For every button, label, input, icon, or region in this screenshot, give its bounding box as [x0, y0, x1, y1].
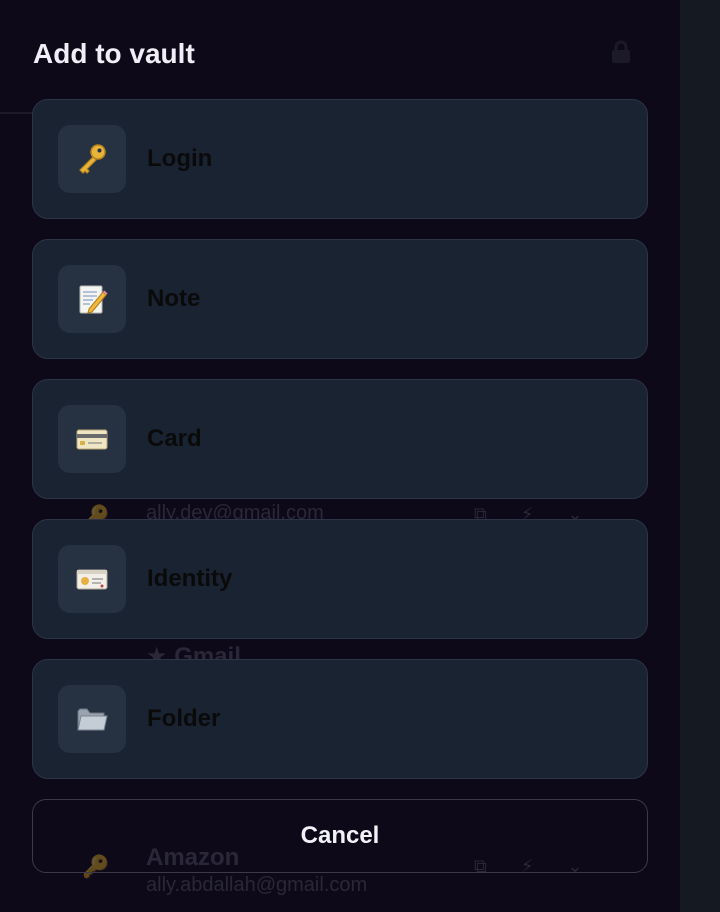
icon-tile — [58, 125, 126, 193]
list-item-subtitle: ally.abdallah@gmail.com — [146, 874, 368, 896]
option-label: Note — [147, 285, 201, 312]
option-note-button[interactable]: Note — [32, 239, 648, 359]
add-options-list: Login Note Card Identity Folder — [32, 99, 648, 799]
option-login-button[interactable]: Login — [32, 99, 648, 219]
option-folder-button[interactable]: Folder — [32, 659, 648, 779]
credit-card-icon — [76, 429, 108, 450]
folder-icon — [77, 708, 108, 731]
sheet-title: Add to vault — [33, 38, 195, 69]
memo-icon — [79, 285, 108, 314]
icon-tile — [58, 405, 126, 473]
key-icon — [79, 144, 106, 174]
icon-tile — [58, 265, 126, 333]
option-card-button[interactable]: Card — [32, 379, 648, 499]
option-identity-button[interactable]: Identity — [32, 519, 648, 639]
option-label: Login — [147, 145, 213, 172]
lock-icon — [610, 40, 632, 64]
icon-tile — [58, 545, 126, 613]
option-label: Folder — [147, 705, 221, 732]
icon-tile — [58, 685, 126, 753]
option-label: Card — [147, 425, 202, 452]
screen: 🔑 ally.dev@gmail.com ⧉⚡⌄ ★ Gmail 🔑 Amazo… — [0, 0, 720, 912]
cancel-button[interactable]: Cancel — [32, 799, 648, 873]
option-label: Identity — [147, 565, 233, 592]
id-card-icon — [76, 569, 108, 590]
side-panel-edge — [680, 0, 720, 912]
